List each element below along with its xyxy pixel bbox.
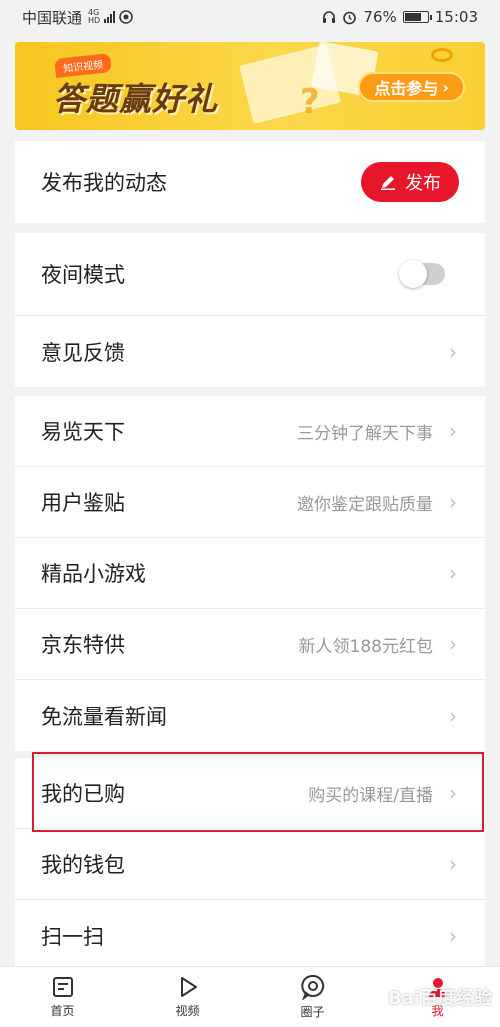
headset-icon [323, 11, 336, 23]
menu-item-scan[interactable]: 扫一扫 › [15, 900, 485, 971]
feedback-row[interactable]: 意见反馈 › [15, 316, 485, 387]
menu-item-label: 我的已购 [41, 782, 125, 806]
account-card: 我的已购 购买的课程/直播 › 我的钱包 › 扫一扫 › [15, 758, 485, 971]
feedback-label: 意见反馈 [41, 340, 125, 365]
chevron-right-icon: › [449, 852, 457, 876]
menu-item-subtitle: 邀你鉴定跟贴质量 [297, 494, 433, 515]
carrier-name: 中国联通 [22, 8, 83, 27]
menu-item-label: 扫一扫 [41, 924, 104, 949]
notification-icon [119, 10, 133, 24]
chevron-right-icon: › [449, 923, 457, 948]
menu-item-label: 我的钱包 [41, 853, 125, 877]
night-mode-label: 夜间模式 [41, 263, 125, 287]
menu-item-label: 京东特供 [41, 633, 125, 657]
menu-item-label: 用户鉴贴 [41, 491, 125, 515]
menu-card: 易览天下 三分钟了解天下事 › 用户鉴贴 邀你鉴定跟贴质量 › 精品小游戏 › … [15, 396, 485, 751]
status-left: 中国联通 4G HD [22, 7, 133, 28]
menu-item-yilan[interactable]: 易览天下 三分钟了解天下事 › [15, 396, 485, 467]
join-button-label: 点击参与 [374, 79, 439, 98]
publish-label: 发布我的动态 [41, 171, 167, 195]
alarm-icon [343, 11, 357, 24]
join-button[interactable]: 点击参与 › [358, 72, 465, 102]
status-bar: 中国联通 4G HD 76% 15:03 [0, 0, 500, 34]
signal-icon [104, 11, 116, 23]
menu-item-subtitle: 购买的课程/直播 [308, 785, 433, 806]
network-type: 4G HD [88, 8, 101, 25]
menu-item-label: 精品小游戏 [41, 562, 146, 586]
chevron-right-icon: › [449, 339, 457, 364]
menu-item-subtitle: 三分钟了解天下事 [297, 423, 433, 444]
menu-item-free-data-news[interactable]: 免流量看新闻 › [15, 680, 485, 751]
chevron-right-icon: › [449, 419, 457, 443]
question-mark-decoration: ? [300, 82, 320, 122]
clock: 15:03 [434, 8, 478, 26]
night-mode-toggle[interactable] [399, 260, 445, 288]
quiz-banner[interactable]: ? 知识视频 答题赢好礼 点击参与 › [15, 42, 485, 130]
tab-label: 首页 [50, 1004, 75, 1018]
circle-icon [300, 974, 324, 1000]
publish-card: 发布我的动态 发布 [15, 141, 485, 223]
chevron-right-icon: › [449, 490, 457, 514]
tab-label: 视频 [175, 1004, 200, 1018]
publish-row: 发布我的动态 发布 [15, 141, 485, 223]
menu-item-jd-special[interactable]: 京东特供 新人领188元红包 › [15, 609, 485, 680]
play-icon [180, 977, 197, 997]
publish-button-label: 发布 [405, 173, 441, 194]
status-right: 76% 15:03 [322, 8, 478, 26]
tab-circle[interactable]: 圈子 [250, 967, 375, 1027]
pencil-icon [381, 176, 395, 190]
menu-item-label: 免流量看新闻 [41, 704, 167, 729]
chevron-right-icon: › [442, 77, 449, 97]
battery-icon [402, 11, 432, 23]
menu-item-user-review[interactable]: 用户鉴贴 邀你鉴定跟贴质量 › [15, 467, 485, 538]
settings-card: 夜间模式 意见反馈 › [15, 233, 485, 387]
battery-percent: 76% [363, 8, 397, 26]
home-icon [52, 977, 73, 997]
banner-title: 答题赢好礼 [53, 80, 219, 118]
chevron-right-icon: › [449, 703, 457, 728]
menu-item-mini-games[interactable]: 精品小游戏 › [15, 538, 485, 609]
menu-item-wallet[interactable]: 我的钱包 › [15, 829, 485, 900]
planet-decoration [431, 48, 453, 62]
chevron-right-icon: › [449, 781, 457, 805]
chevron-right-icon: › [449, 632, 457, 656]
watermark: Bai百度经验 [387, 988, 492, 1009]
tab-home[interactable]: 首页 [0, 967, 125, 1027]
menu-item-subtitle: 新人领188元红包 [298, 636, 433, 657]
night-mode-row[interactable]: 夜间模式 [15, 233, 485, 316]
menu-item-purchased[interactable]: 我的已购 购买的课程/直播 › [15, 758, 485, 829]
tab-video[interactable]: 视频 [125, 967, 250, 1027]
chevron-right-icon: › [449, 561, 457, 585]
menu-item-label: 易览天下 [41, 420, 125, 444]
publish-button[interactable]: 发布 [361, 162, 459, 202]
tab-label: 圈子 [300, 1005, 325, 1019]
